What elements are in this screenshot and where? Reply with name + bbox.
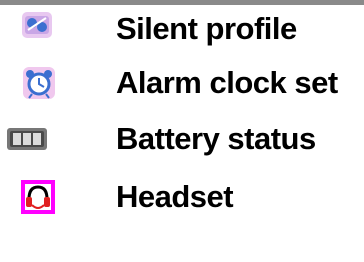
battery-status-label: Battery status: [116, 121, 316, 156]
list-item-alarm-clock: Alarm clock set: [0, 54, 364, 112]
headset-label: Headset: [116, 179, 234, 214]
list-item-battery-status: Battery status: [0, 110, 364, 168]
alarm-clock-label: Alarm clock set: [116, 65, 338, 100]
silent-profile-icon: [22, 12, 52, 38]
headset-icon: [21, 180, 55, 214]
alarm-clock-icon: [23, 67, 55, 99]
list-item-silent-profile: Silent profile: [0, 0, 364, 58]
battery-status-icon: [7, 128, 47, 150]
list-item-headset: Headset: [0, 168, 364, 226]
silent-profile-label: Silent profile: [116, 11, 297, 46]
